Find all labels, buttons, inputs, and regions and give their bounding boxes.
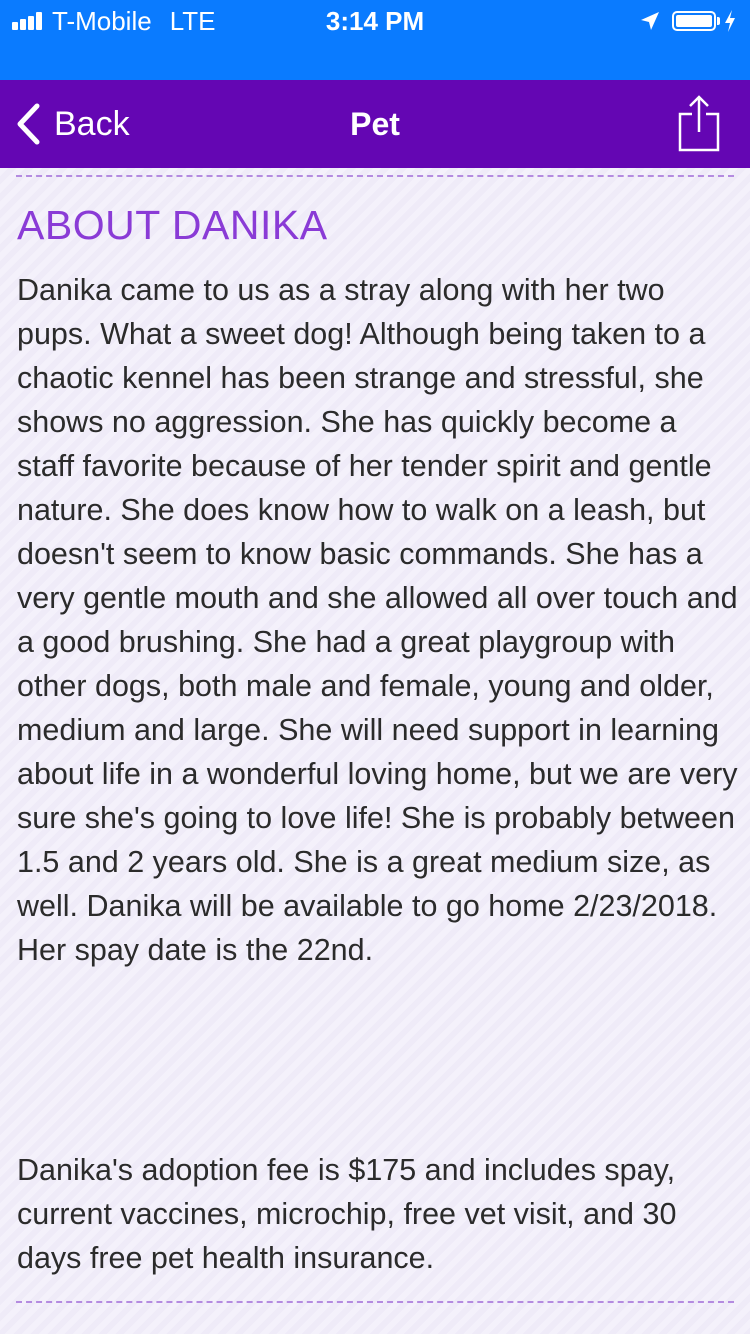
adoption-fee-text: Danika's adoption fee is $175 and includ… <box>17 1153 677 1275</box>
status-bar: T-Mobile LTE 3:14 PM <box>0 0 750 80</box>
share-icon[interactable] <box>678 94 720 152</box>
back-button[interactable]: Back <box>14 80 130 168</box>
section-title: ABOUT DANIKA <box>17 202 328 248</box>
navigation-bar: Back Pet <box>0 80 750 168</box>
status-time: 3:14 PM <box>325 6 425 36</box>
battery-tip <box>717 17 720 25</box>
chevron-left-icon <box>17 103 40 145</box>
location-arrow-icon <box>641 12 659 30</box>
status-right <box>640 6 736 36</box>
top-divider <box>16 175 734 177</box>
bottom-divider <box>16 1301 734 1303</box>
battery-level-fill <box>676 15 712 27</box>
charging-bolt-icon <box>725 10 735 32</box>
back-button-label: Back <box>54 104 130 143</box>
battery-icon <box>672 11 716 31</box>
pet-description: Danika came to us as a stray along with … <box>17 273 738 967</box>
pet-detail-content[interactable]: ABOUT DANIKA Danika came to us as a stra… <box>0 168 750 1334</box>
